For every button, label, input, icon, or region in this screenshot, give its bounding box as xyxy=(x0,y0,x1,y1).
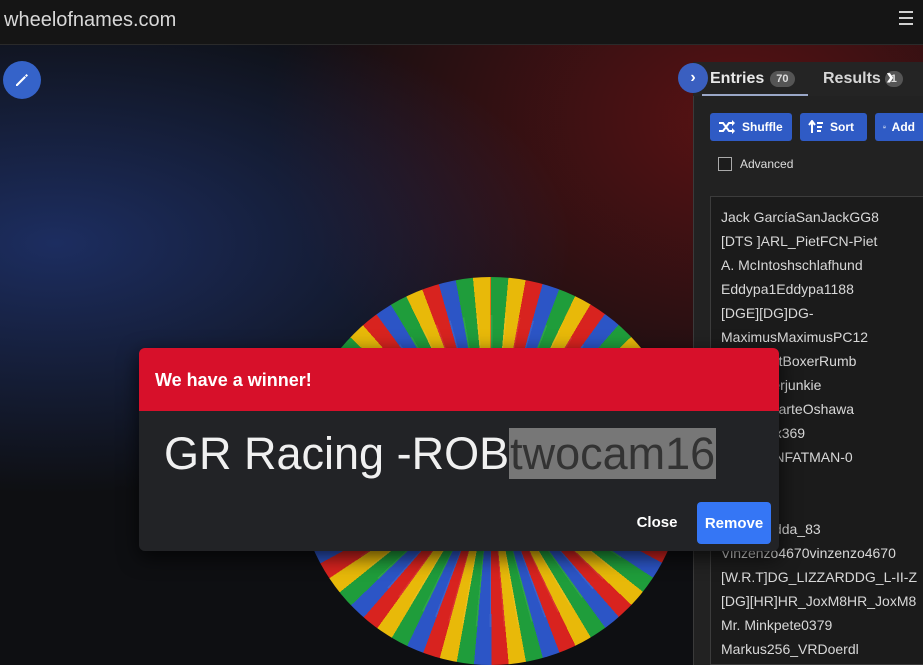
top-bar: wheelofnames.com xyxy=(0,0,923,45)
entry-line: Markus256_VRDoerdl xyxy=(721,641,859,657)
advanced-label: Advanced xyxy=(740,157,794,171)
dialog-title: We have a winner! xyxy=(155,370,312,390)
add-image-label: Add xyxy=(891,120,915,134)
sort-icon xyxy=(808,120,823,133)
entry-line: A. McIntoshschlafhund xyxy=(721,257,863,273)
winner-name: GR Racing -ROBtwocam16 xyxy=(164,428,717,480)
advanced-option[interactable]: Advanced xyxy=(718,157,793,171)
shuffle-label: Shuffle xyxy=(742,120,783,134)
chevron-right-icon: › xyxy=(690,69,696,86)
entry-line: [DTS ]ARL_PietFCN-Piet xyxy=(721,233,878,249)
hamburger-icon[interactable] xyxy=(899,11,913,29)
remove-button[interactable]: Remove xyxy=(697,502,771,544)
add-image-button[interactable]: Add xyxy=(875,113,923,141)
shuffle-icon xyxy=(719,120,735,134)
entries-count-badge: 70 xyxy=(770,71,795,87)
winner-dialog: We have a winner! GR Racing -ROBtwocam16… xyxy=(139,348,779,551)
tab-entries-label: Entries xyxy=(710,70,765,87)
entry-line: [W.R.T]DG_LIZZARDDG_L-II-Z xyxy=(721,569,918,585)
entry-line: Eddypa1Eddypa1188 xyxy=(721,281,854,297)
sort-label: Sort xyxy=(830,120,854,134)
site-title[interactable]: wheelofnames.com xyxy=(4,9,176,32)
pencil-icon xyxy=(16,74,28,86)
winner-text: GR Racing -ROB xyxy=(164,428,510,479)
entry-line: [DG][HR]HR_JoxM8HR_JoxM8 xyxy=(721,593,917,609)
edit-wheel-button[interactable] xyxy=(3,61,41,99)
collapse-panel-button[interactable]: › xyxy=(678,63,708,93)
image-icon xyxy=(883,125,886,129)
entry-line: MaximusMaximusPC12 xyxy=(721,329,869,345)
winner-selected-text: twocam16 xyxy=(509,428,717,479)
tab-results-label: Results xyxy=(823,70,881,87)
tab-entries[interactable]: Entries 70 xyxy=(710,70,795,88)
active-tab-indicator xyxy=(702,94,808,96)
entry-line: Jack GarcíaSanJackGG8 xyxy=(721,209,879,225)
entry-line: [DGE][DG]DG- xyxy=(721,305,814,321)
entry-line: Mr. Minkpete0379 xyxy=(721,617,833,633)
dialog-header: We have a winner! xyxy=(139,348,779,411)
chevron-right-icon[interactable]: › xyxy=(886,63,912,93)
sort-button[interactable]: Sort xyxy=(800,113,867,141)
advanced-checkbox[interactable] xyxy=(718,157,732,171)
close-button[interactable]: Close xyxy=(625,502,689,542)
shuffle-button[interactable]: Shuffle xyxy=(710,113,792,141)
